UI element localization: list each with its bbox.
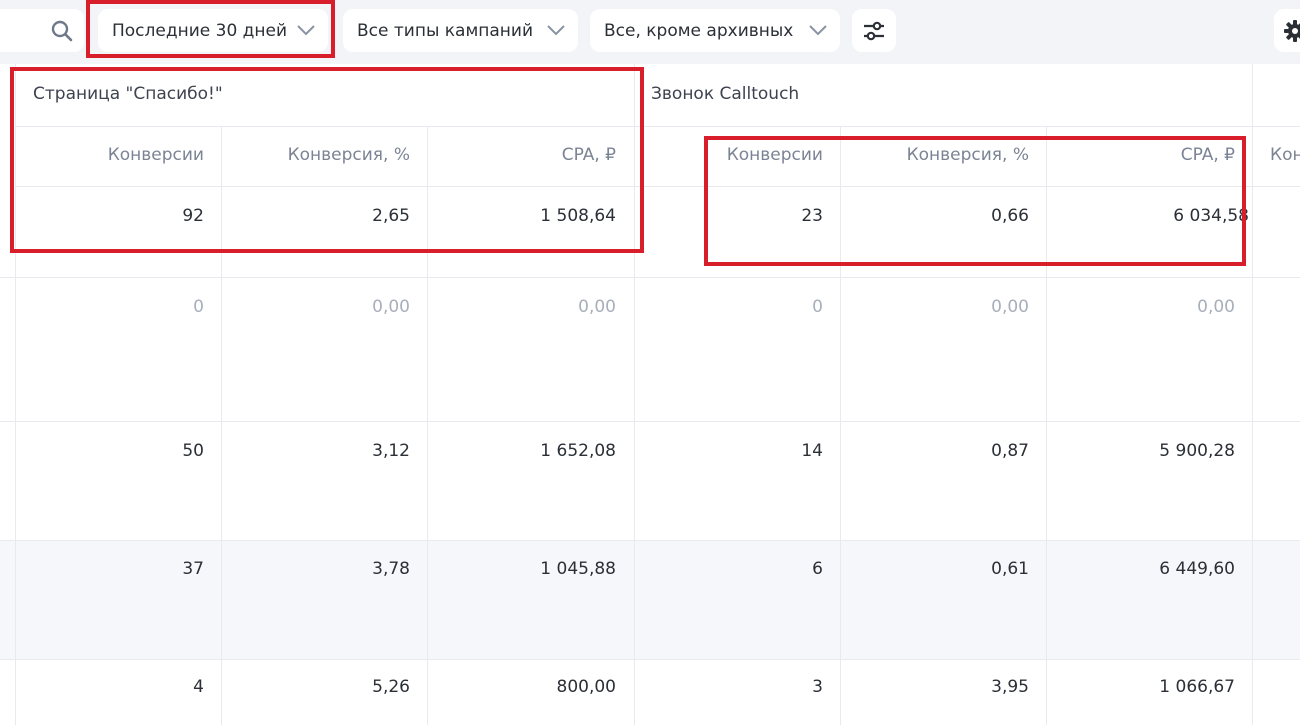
table-cell: 0,00	[1197, 297, 1235, 317]
column-header-cpa[interactable]: CPA, ₽	[562, 145, 616, 165]
grid-line	[0, 659, 1300, 660]
grid-line	[15, 186, 1300, 187]
table-cell: 0,00	[372, 297, 410, 317]
table-cell: 1 652,08	[540, 441, 616, 461]
table-cell: 4	[193, 677, 204, 697]
table-cell: 92	[182, 206, 204, 226]
period-select-label: Последние 30 дней	[112, 20, 288, 41]
table-cell: 3,95	[991, 677, 1029, 697]
table-cell: 3,78	[372, 559, 410, 579]
column-header-conversions[interactable]: Конверсии	[727, 145, 823, 165]
grid-line	[0, 421, 1300, 422]
grid-line	[840, 126, 841, 725]
grid-line	[15, 126, 1300, 127]
chevron-down-icon	[809, 25, 827, 36]
search-field[interactable]	[0, 9, 84, 52]
table-cell: 5,26	[372, 677, 410, 697]
table-cell: 2,65	[372, 206, 410, 226]
table-cell: 5 900,28	[1159, 441, 1235, 461]
group-header-thank-you-page: Страница "Спасибо!"	[33, 84, 223, 104]
column-header-cpa[interactable]: CPA, ₽	[1181, 145, 1235, 165]
table-cell: 0	[193, 297, 204, 317]
column-header-partial[interactable]: Кон	[1270, 145, 1300, 165]
column-header-conversions[interactable]: Конверсии	[108, 145, 204, 165]
table-cell: 0,61	[991, 559, 1029, 579]
grid-line	[634, 64, 635, 725]
table-cell: 3,12	[372, 441, 410, 461]
filter-settings-button[interactable]	[852, 9, 896, 52]
table-cell: 23	[801, 206, 823, 226]
chevron-down-icon	[547, 25, 565, 36]
table-cell: 0,00	[991, 297, 1029, 317]
table-cell: 6 034,58	[1173, 206, 1249, 226]
column-header-conversion-rate[interactable]: Конверсия, %	[907, 145, 1029, 165]
table-cell: 1 508,64	[540, 206, 616, 226]
table-cell: 0	[812, 297, 823, 317]
grid-line	[1252, 64, 1253, 725]
campaign-type-select[interactable]: Все типы кампаний	[343, 9, 578, 52]
table-cell: 800,00	[556, 677, 616, 697]
table-cell: 6	[812, 559, 823, 579]
period-select[interactable]: Последние 30 дней	[98, 9, 328, 52]
table-settings-button[interactable]	[1274, 9, 1300, 52]
grid-line	[0, 277, 1300, 278]
group-header-calltouch: Звонок Calltouch	[651, 84, 800, 104]
grid-line	[0, 540, 1300, 541]
table-cell: 14	[801, 441, 823, 461]
gear-icon	[1284, 20, 1300, 42]
table-cell: 0,87	[991, 441, 1029, 461]
table-cell: 6 449,60	[1159, 559, 1235, 579]
table-cell: 3	[812, 677, 823, 697]
search-icon[interactable]	[50, 19, 74, 43]
grid-line	[15, 64, 16, 725]
table-cell: 1 066,67	[1159, 677, 1235, 697]
grid-line	[1046, 126, 1047, 725]
column-header-conversion-rate[interactable]: Конверсия, %	[288, 145, 410, 165]
chevron-down-icon	[297, 25, 315, 36]
table-cell: 0,66	[991, 206, 1029, 226]
filter-toolbar: Последние 30 дней Все типы кампаний Все,…	[0, 0, 1300, 64]
campaign-type-select-label: Все типы кампаний	[357, 20, 534, 41]
table-cell: 1 045,88	[540, 559, 616, 579]
grid-line	[221, 126, 222, 725]
sliders-icon	[864, 21, 884, 41]
archive-filter-select-label: Все, кроме архивных	[604, 20, 794, 41]
table-cell: 50	[182, 441, 204, 461]
table-cell: 0,00	[578, 297, 616, 317]
archive-filter-select[interactable]: Все, кроме архивных	[590, 9, 840, 52]
table-cell: 37	[182, 559, 204, 579]
grid-line	[427, 126, 428, 725]
